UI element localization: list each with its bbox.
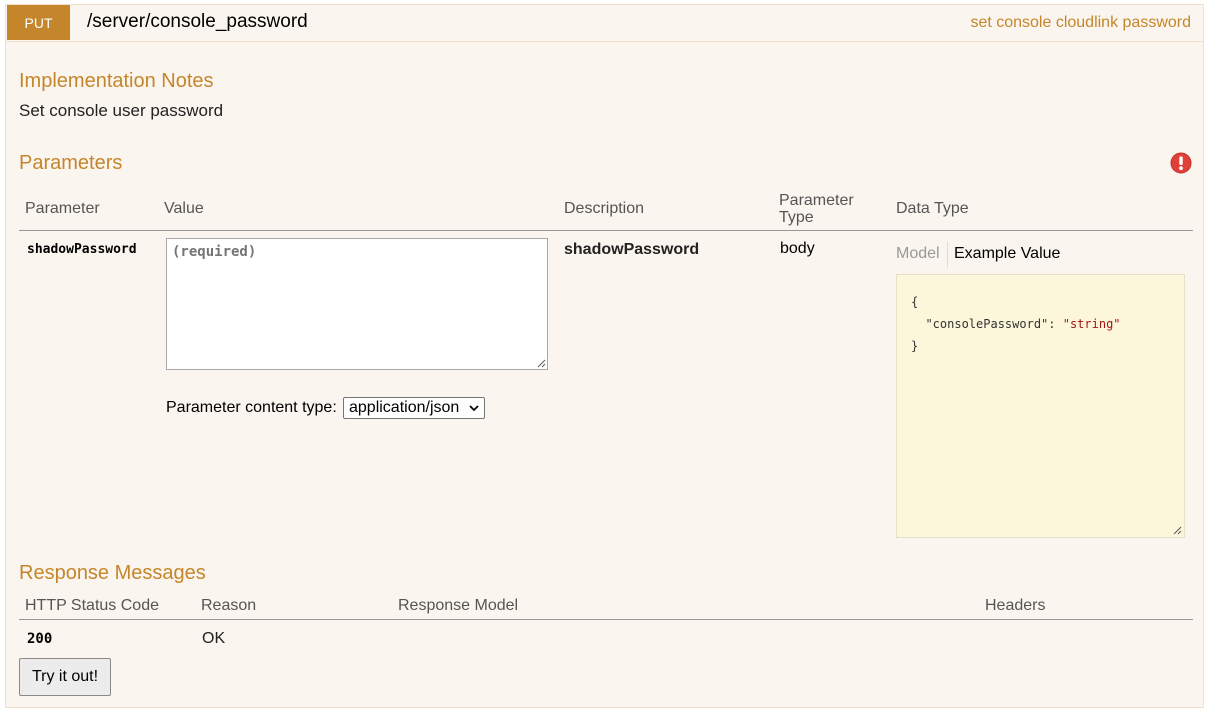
parameters-heading: Parameters <box>19 152 123 174</box>
resize-grip-icon[interactable] <box>537 359 546 368</box>
col-header-data-type: Data Type <box>896 200 969 217</box>
col-header-parameter-type: Parameter Type <box>779 192 854 226</box>
content-type-label: Parameter content type: <box>166 399 337 416</box>
parameters-header-rule <box>19 230 1193 231</box>
example-value-snippet[interactable]: { "consolePassword": "string" } <box>896 274 1185 538</box>
json-key: "consolePassword" <box>925 317 1049 331</box>
col-header-description: Description <box>564 200 645 217</box>
tab-example-value[interactable]: Example Value <box>954 245 1060 263</box>
operation-panel: PUT /server/console_password set console… <box>5 4 1204 708</box>
content-type-select[interactable]: application/json <box>343 397 485 419</box>
try-it-out-button[interactable]: Try it out! <box>19 658 111 696</box>
tab-model[interactable]: Model <box>896 245 940 263</box>
col-header-value: Value <box>164 200 204 217</box>
parameter-value-input[interactable] <box>166 238 548 370</box>
response-status-code: 200 <box>27 631 53 647</box>
chevron-down-icon <box>469 405 479 412</box>
col-header-parameter: Parameter <box>25 200 100 217</box>
col-header-headers: Headers <box>985 597 1046 614</box>
implementation-notes-text: Set console user password <box>19 101 224 120</box>
json-value: "string" <box>1062 317 1121 331</box>
implementation-notes-heading: Implementation Notes <box>19 70 214 92</box>
col-header-response-model: Response Model <box>398 597 519 614</box>
json-close-brace: } <box>911 339 919 353</box>
response-reason: OK <box>202 630 226 647</box>
tab-divider <box>947 242 948 268</box>
parameter-type: body <box>780 240 815 257</box>
snippet-resize-grip-icon[interactable] <box>1173 526 1182 535</box>
error-icon[interactable] <box>1170 152 1192 174</box>
content-type-selected: application/json <box>349 399 460 416</box>
col-header-http-status-code: HTTP Status Code <box>25 597 159 614</box>
col-header-reason: Reason <box>201 597 257 614</box>
operation-heading[interactable]: PUT /server/console_password set console… <box>6 5 1203 42</box>
json-open-brace: { <box>911 295 919 309</box>
endpoint-summary[interactable]: set console cloudlink password <box>970 14 1191 32</box>
parameter-name: shadowPassword <box>27 242 137 257</box>
parameter-description: shadowPassword <box>564 241 700 258</box>
endpoint-path[interactable]: /server/console_password <box>87 11 308 33</box>
response-messages-heading: Response Messages <box>19 562 206 584</box>
http-method-badge[interactable]: PUT <box>7 5 70 40</box>
responses-header-rule <box>19 619 1193 620</box>
